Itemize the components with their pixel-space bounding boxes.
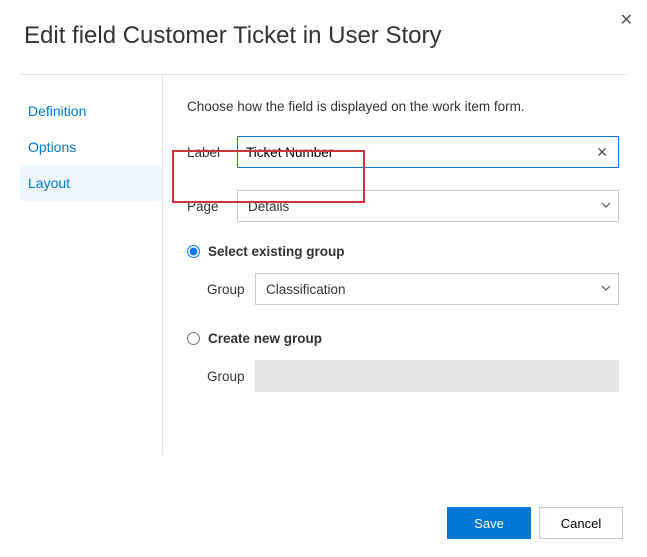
label-field-label: Label <box>187 145 237 160</box>
close-icon[interactable]: ✕ <box>620 10 633 30</box>
radio-new-input[interactable] <box>187 332 200 345</box>
sidebar-item-layout[interactable]: Layout <box>20 165 162 201</box>
cancel-button[interactable]: Cancel <box>539 507 623 539</box>
radio-existing-group[interactable]: Select existing group <box>187 244 619 259</box>
radio-existing-input[interactable] <box>187 245 200 258</box>
group-select[interactable]: Classification <box>255 273 619 305</box>
sidebar-item-definition[interactable]: Definition <box>20 93 162 129</box>
radio-existing-label: Select existing group <box>208 244 345 259</box>
new-group-input <box>255 360 619 392</box>
group-field-label: Group <box>207 282 255 297</box>
intro-text: Choose how the field is displayed on the… <box>187 99 619 114</box>
sidebar: Definition Options Layout <box>20 75 163 455</box>
page-field-label: Page <box>187 199 237 214</box>
group-select-value: Classification <box>266 282 600 297</box>
label-input[interactable] <box>246 145 592 160</box>
chevron-down-icon <box>600 282 612 297</box>
save-button[interactable]: Save <box>447 507 531 539</box>
radio-new-group[interactable]: Create new group <box>187 331 619 346</box>
page-select[interactable]: Details <box>237 190 619 222</box>
dialog-title: Edit field Customer Ticket in User Story <box>0 0 647 74</box>
main-panel: Choose how the field is displayed on the… <box>163 75 627 455</box>
clear-label-icon[interactable]: ✕ <box>592 144 612 161</box>
sidebar-item-options[interactable]: Options <box>20 129 162 165</box>
new-group-field-label: Group <box>207 369 255 384</box>
label-input-wrap[interactable]: ✕ <box>237 136 619 168</box>
radio-new-label: Create new group <box>208 331 322 346</box>
page-select-value: Details <box>248 199 600 214</box>
chevron-down-icon <box>600 199 612 214</box>
